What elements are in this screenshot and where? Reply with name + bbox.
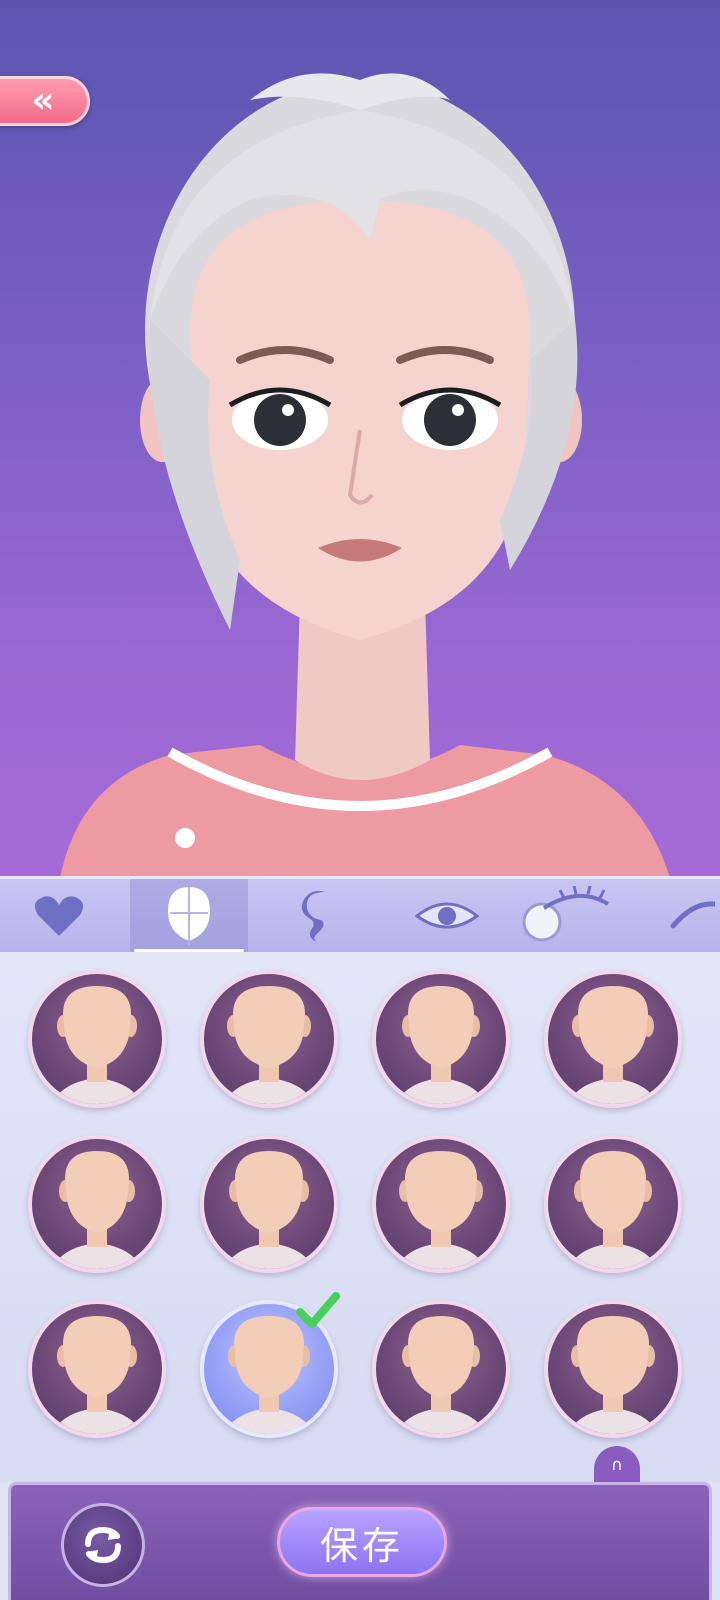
face-shape-option[interactable] (200, 1135, 338, 1273)
double-chevron-left-icon: « (31, 80, 55, 121)
eyebrow-icon (670, 900, 715, 928)
reset-button[interactable] (61, 1503, 145, 1587)
headset-icon: ∩ (611, 1454, 623, 1474)
face-shape-option[interactable] (28, 970, 166, 1108)
bald-head-thumbnail (396, 1151, 486, 1269)
tab-face-shape[interactable] (130, 879, 248, 952)
face-shape-option[interactable] (372, 970, 510, 1108)
tab-eyelashes[interactable] (500, 879, 618, 952)
bald-head-thumbnail (224, 1151, 314, 1269)
bald-head-thumbnail (52, 1151, 142, 1269)
tab-eyes[interactable] (388, 879, 506, 952)
face-shape-grid (0, 952, 720, 1482)
bald-head-thumbnail (396, 1316, 486, 1434)
face-shape-option[interactable] (372, 1135, 510, 1273)
face-shape-option[interactable] (544, 1300, 682, 1438)
face-shape-option[interactable] (28, 1135, 166, 1273)
back-button[interactable]: « (0, 76, 90, 126)
eye-icon (415, 902, 479, 928)
tab-hair[interactable] (258, 879, 376, 952)
refresh-icon (85, 1526, 121, 1564)
bald-head-thumbnail (224, 986, 314, 1104)
bald-head-thumbnail (568, 986, 658, 1104)
avatar-preview: « (0, 0, 720, 878)
hair-curl-icon (301, 890, 325, 942)
heart-icon (34, 895, 84, 936)
bald-head-thumbnail (568, 1151, 658, 1269)
tab-brows[interactable] (660, 879, 720, 952)
selected-check-icon (296, 1292, 340, 1328)
bald-head-thumbnail (396, 986, 486, 1104)
eyelash-icon (522, 885, 610, 941)
bald-head-thumbnail (52, 1316, 142, 1434)
bald-head-thumbnail (52, 986, 142, 1104)
bottom-action-bar: 保存 (8, 1482, 712, 1600)
bald-head-thumbnail (568, 1316, 658, 1434)
avatar-3d-model (60, 73, 670, 878)
face-shape-option[interactable] (372, 1300, 510, 1438)
face-shape-icon (168, 886, 210, 945)
face-shape-option[interactable] (28, 1300, 166, 1438)
face-shape-option[interactable] (544, 970, 682, 1108)
category-tab-bar (0, 876, 720, 952)
face-shape-option[interactable] (200, 970, 338, 1108)
save-button[interactable]: 保存 (277, 1507, 447, 1577)
tab-favorites[interactable] (0, 879, 118, 952)
face-shape-option[interactable] (544, 1135, 682, 1273)
